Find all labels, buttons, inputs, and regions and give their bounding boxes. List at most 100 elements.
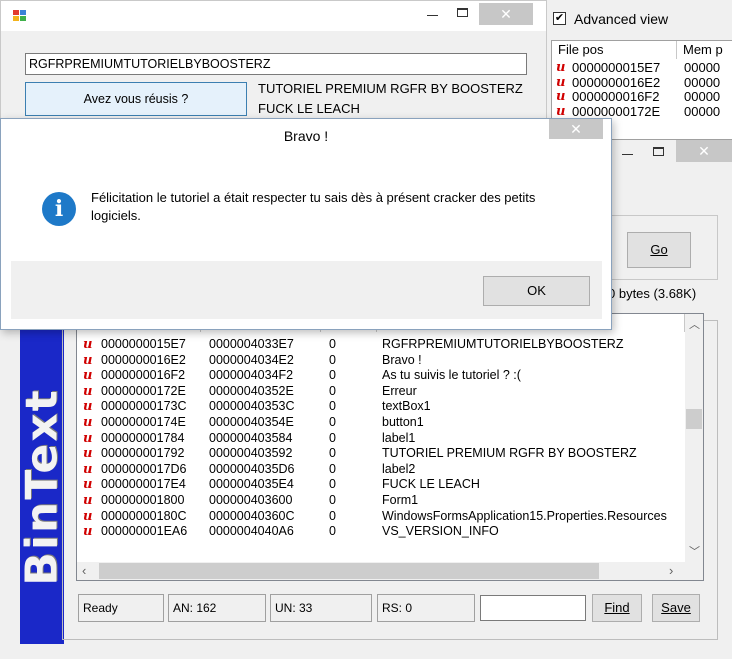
- table-row[interactable]: u 00000000173C 00000040353C 0 textBox1: [77, 399, 685, 415]
- table-row[interactable]: u 00000000180C 00000040360C 0 WindowsFormsAp…: [77, 509, 685, 525]
- cell-text: label2: [382, 461, 416, 476]
- table-row[interactable]: u 00000000174E 00000040354E 0 button1: [77, 415, 685, 431]
- bintext-brand-text: BinText: [20, 388, 64, 586]
- cell-id: 0: [329, 524, 336, 539]
- table-row[interactable]: u 00000000172E 00000040352E 0 Erreur: [77, 384, 685, 400]
- cell-file-pos: 00000000173C: [101, 399, 187, 414]
- info-icon: i: [42, 192, 76, 226]
- cell-mem-pos: 0000004035E4: [209, 477, 294, 492]
- cell-id: 0: [329, 383, 336, 398]
- find-input[interactable]: [480, 595, 586, 621]
- unicode-string-icon: u: [83, 524, 93, 540]
- dialog-message: Félicitation le tutoriel a était respect…: [91, 190, 536, 223]
- unicode-string-icon: u: [83, 430, 93, 446]
- go-button[interactable]: Go: [627, 232, 691, 268]
- mini-file-pos: 00000000172E: [572, 103, 661, 119]
- cell-file-pos: 0000000016F2: [101, 368, 186, 383]
- mini-file-pos: 0000000016E2: [572, 74, 661, 90]
- scroll-down-icon[interactable]: ﹀: [689, 543, 700, 559]
- maximize-button[interactable]: [449, 1, 475, 23]
- dialog-body: i Félicitation le tutoriel a était respe…: [11, 155, 602, 261]
- cell-mem-pos: 000000403600: [209, 493, 293, 507]
- text-input[interactable]: RGFRPREMIUMTUTORIELBYBOOSTERZ: [25, 53, 527, 75]
- unicode-string-icon: u: [83, 383, 93, 399]
- cell-id: 0: [329, 337, 336, 351]
- unicode-string-icon: u: [83, 508, 93, 524]
- label2: FUCK LE LEACH: [258, 101, 360, 116]
- cell-id: 0: [329, 461, 336, 476]
- dialog-footer: OK: [11, 261, 602, 319]
- close-icon: ✕: [698, 142, 710, 159]
- dialog-close-button[interactable]: ✕: [549, 119, 603, 139]
- file-size-label: 0 bytes (3.68K): [608, 286, 697, 301]
- cell-text: button1: [382, 415, 424, 429]
- bintext-maximize-button[interactable]: [644, 140, 672, 162]
- find-button[interactable]: Find: [592, 594, 642, 622]
- cell-text: TUTORIEL PREMIUM RGFR BY BOOSTERZ: [382, 446, 637, 461]
- cell-mem-pos: 000000403584: [209, 430, 293, 445]
- status-un: UN: 33: [270, 594, 372, 622]
- table-row[interactable]: u 0000000017D6 0000004035D6 0 label2: [77, 462, 685, 478]
- dialog-title: Bravo !: [283, 128, 329, 144]
- mini-col-file-pos[interactable]: File pos: [552, 41, 677, 59]
- cell-mem-pos: 0000004040A6: [209, 524, 294, 539]
- status-ready: Ready: [78, 594, 164, 622]
- maximize-icon: [652, 146, 664, 156]
- scroll-left-icon[interactable]: ‹: [82, 563, 86, 578]
- horizontal-scrollbar[interactable]: ‹ ›: [77, 562, 703, 580]
- cell-text: VS_VERSION_INFO: [382, 524, 499, 539]
- cell-text: Form1: [382, 493, 419, 507]
- unicode-string-icon: u: [556, 74, 566, 90]
- hscroll-thumb[interactable]: [99, 563, 599, 579]
- cell-mem-pos: 0000004035D6: [209, 461, 295, 476]
- table-row[interactable]: u 0000000017E4 0000004035E4 0 FUCK LE LEACH: [77, 477, 685, 493]
- unicode-string-icon: u: [83, 446, 93, 462]
- save-button[interactable]: Save: [652, 594, 700, 622]
- cell-file-pos: 0000000017E4: [101, 477, 186, 492]
- cell-mem-pos: 000000403592: [209, 446, 293, 461]
- cell-file-pos: 000000001800: [101, 493, 185, 507]
- table-row[interactable]: u 0000000016E2 0000004034E2 0 Bravo !: [77, 353, 685, 369]
- mini-col-mem-pos[interactable]: Mem p: [677, 41, 732, 59]
- cell-text: Erreur: [382, 383, 417, 398]
- close-button[interactable]: ✕: [479, 3, 533, 25]
- cell-file-pos: 00000000172E: [101, 383, 186, 398]
- vertical-scrollbar[interactable]: ︿ ﹀: [685, 314, 703, 562]
- unicode-string-icon: u: [83, 399, 93, 415]
- table-row[interactable]: u 0000000015E7 0000004033E7 0 RGFRPREMIUMTUT…: [77, 337, 685, 353]
- check-button[interactable]: Avez vous réusis ?: [25, 82, 247, 116]
- cell-id: 0: [329, 508, 336, 523]
- mini-mem-pos: 00000: [684, 60, 721, 75]
- unicode-string-icon: u: [83, 477, 93, 493]
- ok-button[interactable]: OK: [483, 276, 590, 306]
- cell-text: FUCK LE LEACH: [382, 477, 480, 492]
- scroll-right-icon[interactable]: ›: [669, 563, 673, 578]
- advanced-view-label: Advanced view: [574, 11, 669, 27]
- unicode-string-icon: u: [83, 368, 93, 384]
- scroll-thumb[interactable]: [686, 409, 702, 429]
- mini-file-pos: 0000000016F2: [572, 89, 660, 104]
- table-row[interactable]: u 0000000016F2 0000004034F2 0 As tu suivis l…: [77, 368, 685, 384]
- cell-file-pos: 000000001792: [101, 446, 185, 461]
- table-row[interactable]: u 000000001800 000000403600 0 Form1: [77, 493, 685, 509]
- cell-mem-pos: 00000040353C: [209, 399, 295, 414]
- advanced-view-checkbox[interactable]: ✔: [553, 12, 566, 25]
- minimize-icon: [621, 153, 633, 155]
- cell-text: Bravo !: [382, 352, 422, 367]
- minimize-button[interactable]: [419, 1, 445, 23]
- unicode-string-icon: u: [83, 337, 93, 352]
- cell-id: 0: [329, 415, 336, 429]
- unicode-string-icon: u: [83, 461, 93, 477]
- scroll-up-icon[interactable]: ︿: [689, 316, 700, 332]
- cell-mem-pos: 00000040360C: [209, 508, 295, 523]
- mini-mem-pos: 00000: [684, 74, 721, 90]
- bintext-brand-panel: BinText: [20, 330, 64, 644]
- table-row[interactable]: u 000000001EA6 0000004040A6 0 VS_VERSION_INF…: [77, 524, 685, 540]
- cell-file-pos: 0000000016E2: [101, 352, 186, 367]
- table-row[interactable]: u 000000001792 000000403592 0 TUTORIEL PREMI…: [77, 446, 685, 462]
- bintext-close-button[interactable]: ✕: [676, 140, 732, 162]
- bintext-minimize-button[interactable]: [612, 140, 642, 162]
- status-an: AN: 162: [168, 594, 266, 622]
- cell-mem-pos: 0000004034E2: [209, 352, 294, 367]
- table-row[interactable]: u 000000001784 000000403584 0 label1: [77, 431, 685, 447]
